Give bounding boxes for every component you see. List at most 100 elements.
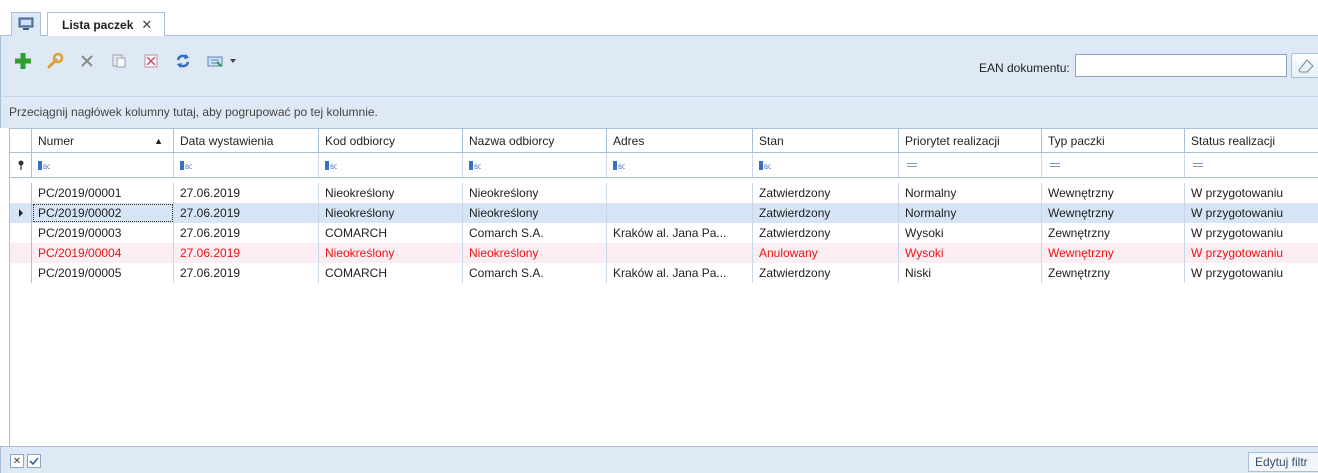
cell-data[interactable]: 27.06.2019 (174, 183, 319, 203)
row-indicator (10, 183, 32, 203)
cell-status[interactable]: W przygotowaniu (1185, 183, 1318, 203)
cell-numer[interactable]: PC/2019/00003 (32, 223, 174, 243)
text-filter-icon: BC (38, 160, 50, 170)
table-row[interactable]: PC/2019/00003 27.06.2019 COMARCH Comarch… (10, 223, 1318, 243)
ean-input[interactable] (1075, 54, 1287, 77)
tab-home[interactable] (11, 12, 41, 37)
text-filter-icon: BC (325, 160, 337, 170)
cell-nazwa[interactable]: Comarch S.A. (463, 223, 607, 243)
column-header-stan[interactable]: Stan (753, 129, 899, 152)
cell-status[interactable]: W przygotowaniu (1185, 243, 1318, 263)
cell-typ[interactable]: Wewnętrzny (1042, 243, 1185, 263)
column-header-status-realizacji[interactable]: Status realizacji (1185, 129, 1318, 152)
equals-filter-icon (1050, 163, 1060, 167)
column-header-typ-paczki[interactable]: Typ paczki (1042, 129, 1185, 152)
equals-filter-icon (1193, 163, 1203, 167)
column-header-kod-odbiorcy[interactable]: Kod odbiorcy (319, 129, 463, 152)
cell-kod[interactable]: COMARCH (319, 223, 463, 243)
cell-kod[interactable]: Nieokreślony (319, 183, 463, 203)
refresh-button[interactable] (173, 51, 193, 71)
cell-kod[interactable]: COMARCH (319, 263, 463, 283)
cell-priorytet[interactable]: Normalny (899, 203, 1042, 223)
cell-data[interactable]: 27.06.2019 (174, 243, 319, 263)
add-button[interactable] (13, 51, 33, 71)
group-by-hint: Przeciągnij nagłówek kolumny tutaj, aby … (9, 105, 378, 119)
cell-stan[interactable]: Zatwierdzony (753, 223, 899, 243)
cell-kod[interactable]: Nieokreślony (319, 203, 463, 223)
tab-lista-paczek[interactable]: Lista paczek ✕ (47, 12, 165, 37)
cell-numer[interactable]: PC/2019/00005 (32, 263, 174, 283)
edit-filter-button[interactable]: Edytuj filtr (1248, 452, 1318, 472)
filter-cell-numer[interactable]: BC (32, 153, 174, 177)
cell-adres[interactable]: Kraków al. Jana Pa... (607, 223, 753, 243)
group-by-panel[interactable]: Przeciągnij nagłówek kolumny tutaj, aby … (0, 96, 1318, 128)
table-row-selected[interactable]: PC/2019/00002 27.06.2019 Nieokreślony Ni… (10, 203, 1318, 223)
cell-adres[interactable] (607, 203, 753, 223)
delete-button[interactable] (77, 51, 97, 71)
cell-status[interactable]: W przygotowaniu (1185, 223, 1318, 243)
clear-ean-button[interactable] (1291, 53, 1318, 78)
cell-nazwa[interactable]: Nieokreślony (463, 243, 607, 263)
cell-priorytet[interactable]: Niski (899, 263, 1042, 283)
filter-enabled-checkbox[interactable] (27, 454, 41, 468)
cell-stan[interactable]: Anulowany (753, 243, 899, 263)
ean-label: EAN dokumentu: (979, 61, 1070, 75)
export-button[interactable] (205, 51, 239, 71)
column-header-nazwa-odbiorcy[interactable]: Nazwa odbiorcy (463, 129, 607, 152)
cell-numer[interactable]: PC/2019/00002 (32, 203, 174, 223)
cell-data[interactable]: 27.06.2019 (174, 223, 319, 243)
cell-status[interactable]: W przygotowaniu (1185, 263, 1318, 283)
cell-status[interactable]: W przygotowaniu (1185, 203, 1318, 223)
cell-adres[interactable] (607, 183, 753, 203)
copy-icon (112, 54, 126, 68)
cancel-button[interactable] (141, 51, 161, 71)
cell-kod[interactable]: Nieokreślony (319, 243, 463, 263)
cell-nazwa[interactable]: Nieokreślony (463, 183, 607, 203)
column-header-priorytet-realizacji[interactable]: Priorytet realizacji (899, 129, 1042, 152)
tab-title: Lista paczek (62, 17, 134, 32)
table-row[interactable]: PC/2019/00001 27.06.2019 Nieokreślony Ni… (10, 183, 1318, 203)
row-indicator (10, 223, 32, 243)
cell-numer[interactable]: PC/2019/00004 (32, 243, 174, 263)
cell-typ[interactable]: Zewnętrzny (1042, 263, 1185, 283)
filter-cell-status[interactable] (1185, 153, 1318, 177)
cell-data[interactable]: 27.06.2019 (174, 203, 319, 223)
text-filter-icon: BC (180, 160, 192, 170)
svg-text:BC: BC (330, 164, 337, 170)
filter-cell-adres[interactable]: BC (607, 153, 753, 177)
cell-priorytet[interactable]: Wysoki (899, 223, 1042, 243)
cell-priorytet[interactable]: Normalny (899, 183, 1042, 203)
filter-cell-priorytet[interactable] (899, 153, 1042, 177)
header-indicator (10, 129, 32, 152)
filter-cell-nazwa[interactable]: BC (463, 153, 607, 177)
cell-nazwa[interactable]: Comarch S.A. (463, 263, 607, 283)
cell-stan[interactable]: Zatwierdzony (753, 263, 899, 283)
cell-typ[interactable]: Zewnętrzny (1042, 223, 1185, 243)
cell-priorytet[interactable]: Wysoki (899, 243, 1042, 263)
cell-adres[interactable]: Kraków al. Jana Pa... (607, 263, 753, 283)
cell-nazwa[interactable]: Nieokreślony (463, 203, 607, 223)
svg-text:BC: BC (764, 164, 771, 170)
copy-button[interactable] (109, 51, 129, 71)
filter-cell-kod[interactable]: BC (319, 153, 463, 177)
column-header-data-wystawienia[interactable]: Data wystawienia (174, 129, 319, 152)
cell-typ[interactable]: Wewnętrzny (1042, 183, 1185, 203)
clear-filter-button[interactable]: ✕ (10, 454, 24, 468)
tab-strip: Lista paczek ✕ (0, 0, 1318, 37)
filter-cell-data[interactable]: BC (174, 153, 319, 177)
table-row[interactable]: PC/2019/00005 27.06.2019 COMARCH Comarch… (10, 263, 1318, 283)
cell-numer[interactable]: PC/2019/00001 (32, 183, 174, 203)
close-icon[interactable]: ✕ (141, 17, 152, 33)
filter-cell-stan[interactable]: BC (753, 153, 899, 177)
cell-stan[interactable]: Zatwierdzony (753, 183, 899, 203)
cell-stan[interactable]: Zatwierdzony (753, 203, 899, 223)
cell-typ[interactable]: Wewnętrzny (1042, 203, 1185, 223)
filter-cell-typ[interactable] (1042, 153, 1185, 177)
column-header-adres[interactable]: Adres (607, 129, 753, 152)
cell-adres[interactable] (607, 243, 753, 263)
edit-button[interactable] (45, 51, 65, 71)
column-header-numer[interactable]: Numer ▲ (32, 129, 174, 152)
cell-data[interactable]: 27.06.2019 (174, 263, 319, 283)
table-row-cancelled[interactable]: PC/2019/00004 27.06.2019 Nieokreślony Ni… (10, 243, 1318, 263)
packages-grid: Numer ▲ Data wystawienia Kod odbiorcy Na… (9, 128, 1318, 446)
